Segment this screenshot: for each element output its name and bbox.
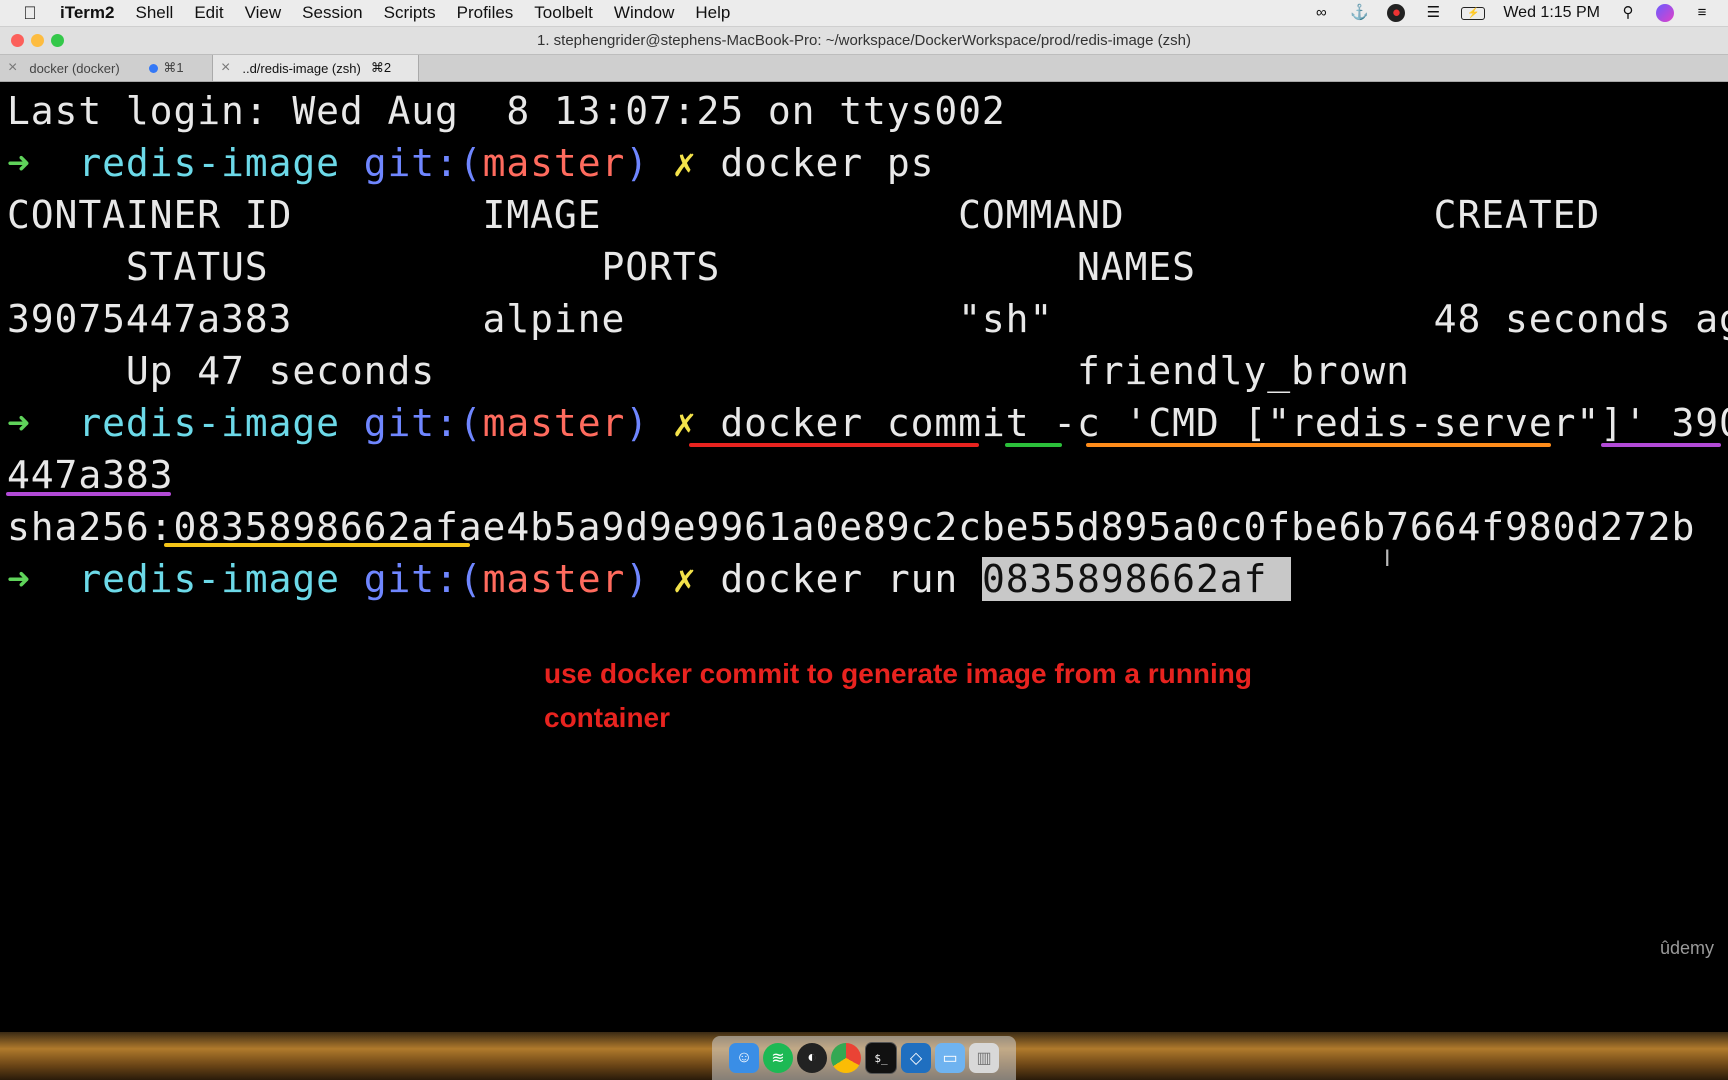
window-title-bar: 1. stephengrider@stephens-MacBook-Pro: ~… (0, 27, 1728, 55)
apple-menu-icon[interactable]:  (0, 3, 60, 24)
underline-container-id-wrap (6, 492, 171, 496)
finder-icon[interactable]: ☺ (729, 1043, 759, 1073)
battery-icon[interactable]: ⚡ (1461, 6, 1486, 20)
menu-scripts[interactable]: Scripts (384, 3, 436, 23)
ps-row-line-2: Up 47 seconds friendly_brown (7, 349, 1410, 393)
underline-docker-commit (689, 443, 979, 447)
prompt-line-1: ➜ redis-image git:(master) ✗ docker ps (7, 141, 935, 185)
menu-session[interactable]: Session (302, 3, 362, 23)
command-docker-run: docker run (720, 557, 982, 601)
spotify-icon[interactable]: ≋ (763, 1043, 793, 1073)
tab-docker[interactable]: × docker (docker) ⌘1 (0, 55, 205, 81)
list-icon[interactable]: ≡ (1692, 5, 1712, 21)
menu-view[interactable]: View (245, 3, 282, 23)
siri-icon[interactable] (1656, 4, 1674, 22)
selected-image-id[interactable]: 0835898662af (981, 557, 1292, 601)
close-tab-icon[interactable]: × (8, 59, 17, 77)
menu-bar:  iTerm2 Shell Edit View Session Scripts… (0, 0, 1728, 27)
underline-cmd-string (1086, 443, 1551, 447)
menu-edit[interactable]: Edit (194, 3, 223, 23)
annotation-text: use docker commit to generate image from… (544, 658, 1252, 733)
menu-shell[interactable]: Shell (136, 3, 174, 23)
tab-shortcut: ⌘1 (163, 60, 184, 75)
glasses-icon[interactable]: ∞ (1311, 5, 1331, 21)
prompt-line-3: ➜ redis-image git:(master) ✗ docker run … (7, 557, 1292, 601)
udemy-watermark: ûdemy (1659, 938, 1714, 958)
vscode-icon[interactable]: ◇ (901, 1043, 931, 1073)
trash-icon[interactable]: ▥ (969, 1043, 999, 1073)
menu-help[interactable]: Help (695, 3, 730, 23)
obs-icon[interactable]: ◐ (797, 1043, 827, 1073)
underline-container-id (1601, 443, 1721, 447)
underline-sha-prefix (164, 543, 470, 547)
ps-header-line-2: STATUS PORTS NAMES (7, 245, 1196, 289)
underline-c-flag (1005, 443, 1062, 447)
text-cursor-icon: I (1384, 547, 1391, 572)
tab-redis-image[interactable]: × ..d/redis-image (zsh) ⌘2 (212, 55, 419, 81)
ps-header-line-1: CONTAINER ID IMAGE COMMAND CREATED (7, 193, 1601, 237)
command-docker-ps: docker ps (720, 141, 935, 185)
command-docker-commit: docker commit -c 'CMD ["redis-server"]' … (720, 401, 1728, 445)
folder-icon[interactable]: ▭ (935, 1043, 965, 1073)
dock: ☺ ≋ ◐ $_ ◇ ▭ ▥ (712, 1036, 1016, 1080)
tab-label: ..d/redis-image (zsh) (242, 60, 361, 76)
chrome-icon[interactable] (831, 1043, 861, 1073)
tab-bar: × docker (docker) ⌘1 × ..d/redis-image (… (0, 55, 1728, 82)
window-title: 1. stephengrider@stephens-MacBook-Pro: ~… (537, 32, 1191, 49)
menu-clock[interactable]: Wed 1:15 PM (1503, 4, 1600, 22)
terminal-icon[interactable]: $_ (865, 1042, 897, 1074)
prompt-line-2: ➜ redis-image git:(master) ✗ docker comm… (7, 397, 1728, 449)
activity-dot-icon (149, 63, 159, 73)
tab-shortcut: ⌘2 (370, 60, 392, 75)
menu-app-name[interactable]: iTerm2 (60, 3, 115, 23)
tab-label: docker (docker) (29, 60, 120, 76)
close-tab-icon[interactable]: × (221, 59, 230, 77)
docker-icon[interactable]: ⚓ (1349, 5, 1369, 21)
search-icon[interactable]: ⚲ (1618, 5, 1638, 21)
menu-profiles[interactable]: Profiles (457, 3, 514, 23)
circle-app-icon[interactable]: ● (1387, 4, 1406, 22)
terminal-pane[interactable]: Last login: Wed Aug 8 13:07:25 on ttys00… (0, 82, 1728, 1032)
menu-toolbelt[interactable]: Toolbelt (534, 3, 593, 23)
menu-window[interactable]: Window (614, 3, 674, 23)
ps-row-line-1: 39075447a383 alpine "sh" 48 seconds ago (7, 297, 1728, 341)
last-login-line: Last login: Wed Aug 8 13:07:25 on ttys00… (7, 89, 1006, 133)
wifi-icon[interactable]: ☰ (1423, 5, 1443, 21)
